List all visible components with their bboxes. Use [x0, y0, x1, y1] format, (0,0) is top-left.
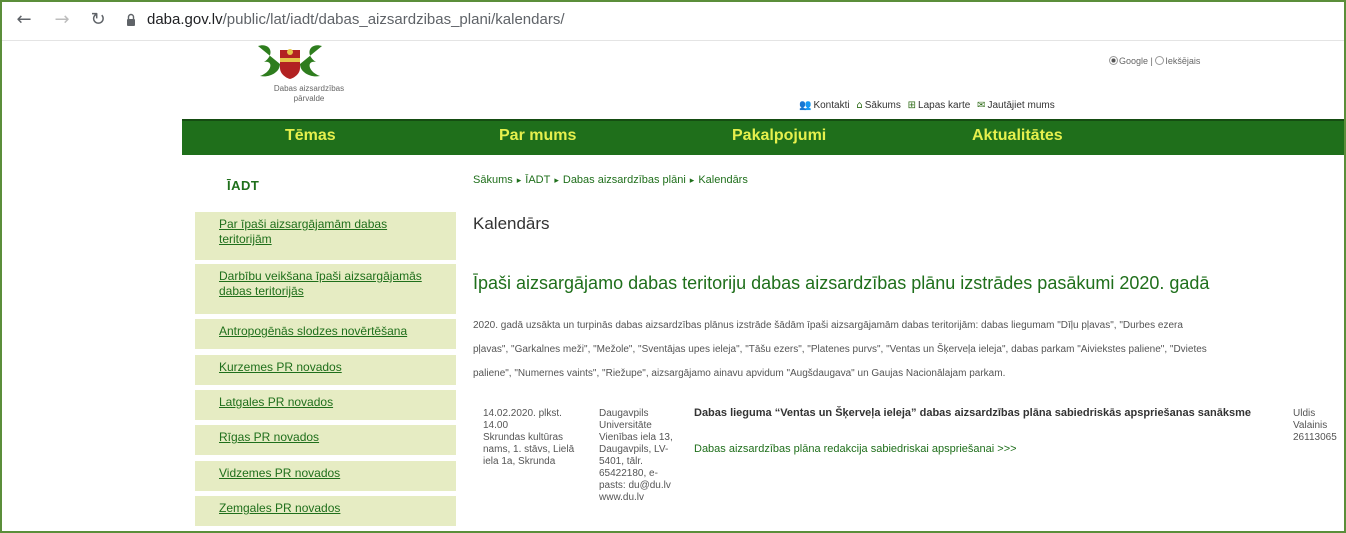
breadcrumb: Sākums ▸ ĪADT ▸ Dabas aizsardzības plāni ▸ Kal…	[473, 174, 748, 186]
breadcrumb-separator: ▸	[516, 175, 522, 185]
nav-item-topics[interactable]: Tēmas	[285, 127, 336, 145]
top-links: 👥 Kontakti ⌂ Sākums ⊞ Lapas karte ✉ Jautājie…	[795, 100, 1055, 111]
event-contact-line: Uldis	[1293, 408, 1316, 419]
event-organizer-line: 5401, tālr.	[599, 456, 643, 467]
event-contact-line: Valainis	[1293, 420, 1328, 431]
top-link-contacts[interactable]: Kontakti	[813, 100, 849, 111]
sidebar-item-vidzeme[interactable]: Vidzemes PR novados	[195, 461, 456, 491]
top-link-sitemap[interactable]: Lapas karte	[918, 100, 970, 111]
sidebar-item-label-2: teritorijām	[219, 232, 272, 246]
sitemap-icon: ⊞	[907, 100, 917, 111]
event-contact: Uldis Valainis 26113065	[1293, 408, 1344, 444]
people-icon: 👥	[799, 100, 812, 111]
breadcrumb-plans[interactable]: Dabas aizsardzības plāni	[563, 174, 686, 186]
nav-item-news[interactable]: Aktualitātes	[972, 127, 1063, 145]
sidebar-title: ĪADT	[227, 178, 260, 193]
search-divider: |	[1148, 56, 1156, 66]
event-date-line: 14.02.2020. plkst.	[483, 408, 562, 419]
radio-internal[interactable]	[1155, 56, 1165, 65]
sidebar-item-label: Darbību veikšana īpaši aizsargājamās	[219, 269, 422, 283]
url-host: daba.gov.lv	[147, 11, 223, 28]
forward-icon[interactable]: →	[52, 10, 72, 30]
sidebar-item-label: Latgales PR novados	[219, 395, 334, 409]
back-icon[interactable]: ←	[14, 10, 34, 30]
event-organizer-line: pasts: du@du.lv	[599, 480, 671, 491]
event-date-location: 14.02.2020. plkst. 14.00 Skrundas kultūr…	[483, 408, 593, 468]
event-organizer-line: Vienības iela 13,	[599, 432, 673, 443]
event-date-line: nams, 1. stāvs, Lielā	[483, 444, 575, 455]
sidebar-item-anthropogenic-load[interactable]: Antropogēnās slodzes novērtēšana	[195, 319, 456, 349]
sidebar-item-riga[interactable]: Rīgas PR novados	[195, 425, 456, 455]
radio-google[interactable]	[1109, 56, 1118, 65]
main-navigation: Tēmas Par mums Pakalpojumi Aktualitātes	[182, 119, 1344, 155]
event-contact-line: 26113065	[1293, 432, 1337, 443]
event-organizer-line: Daugavpils, LV-	[599, 444, 669, 455]
lock-icon[interactable]	[126, 13, 136, 27]
event-organizer-line: 65422180, e-	[599, 468, 658, 479]
breadcrumb-separator: ▸	[689, 175, 695, 185]
top-link-home[interactable]: Sākums	[865, 100, 901, 111]
nav-item-services[interactable]: Pakalpojumi	[732, 127, 826, 145]
event-date-line: iela 1a, Skrunda	[483, 456, 556, 467]
intro-line: paliene", "Numernes vaints", "Riežupe", …	[473, 368, 1006, 379]
reload-icon[interactable]: ↻	[88, 10, 108, 30]
search-scope-options: Google | Iekšējais	[1109, 56, 1200, 66]
search-option-internal: Iekšējais	[1165, 56, 1201, 66]
search-option-google: Google	[1119, 56, 1149, 66]
sidebar-item-label-2: dabas teritorijās	[219, 284, 304, 298]
intro-line: pļavas", "Garkalnes meži", "Mežole", "Sv…	[473, 344, 1207, 355]
sidebar-item-label: Rīgas PR novados	[219, 430, 320, 444]
sidebar-item-activities[interactable]: Darbību veikšana īpaši aizsargājamās dab…	[195, 264, 456, 314]
address-bar[interactable]: daba.gov.lv/public/lat/iadt/dabas_aizsar…	[147, 11, 565, 28]
sidebar-item-latgale[interactable]: Latgales PR novados	[195, 390, 456, 420]
sidebar-item-about-protected-areas[interactable]: Par īpaši aizsargājamām dabas teritorijā…	[195, 212, 456, 260]
event-document-link[interactable]: Dabas aizsardzības plāna redakcija sabie…	[694, 443, 1017, 455]
event-organizer-line: www.du.lv	[599, 492, 645, 503]
home-icon: ⌂	[856, 100, 863, 111]
sidebar-item-label: Kurzemes PR novados	[219, 360, 342, 374]
event-date-line: Skrundas kultūras	[483, 432, 564, 443]
event-title: Dabas lieguma “Ventas un Šķerveļa ieleja…	[694, 407, 1252, 419]
event-date-line: 14.00	[483, 420, 509, 431]
breadcrumb-calendar: Kalendārs	[698, 174, 748, 186]
mail-icon: ✉	[977, 100, 986, 111]
breadcrumb-separator: ▸	[554, 175, 559, 185]
sidebar-item-label: Antropogēnās slodzes novērtēšana	[219, 324, 408, 338]
top-link-ask-us[interactable]: Jautājiet mums	[987, 100, 1054, 111]
url-path: /public/lat/iadt/dabas_aizsardzibas_plan…	[222, 11, 565, 28]
sidebar-item-label: Par īpaši aizsargājamām dabas	[219, 217, 388, 231]
breadcrumb-iadt[interactable]: ĪADT	[525, 174, 550, 186]
intro-paragraph: 2020. gadā uzsākta un turpinās dabas aiz…	[473, 314, 1344, 386]
event-organizer: Daugavpils Universitāte Vienības iela 13…	[599, 408, 689, 504]
logo-caption-line-2: pārvalde	[293, 94, 325, 103]
logo-caption-line-1: Dabas aizsardzības	[273, 84, 345, 93]
section-title: Īpaši aizsargājamo dabas teritoriju daba…	[473, 273, 1210, 293]
sidebar-item-label: Zemgales PR novados	[219, 501, 341, 515]
coat-of-arms-logo[interactable]	[250, 42, 330, 80]
page-title: Kalendārs	[473, 214, 550, 233]
nav-item-about[interactable]: Par mums	[499, 127, 576, 145]
logo-caption: Dabas aizsardzības pārvalde	[257, 84, 361, 104]
browser-toolbar: ← → ↻ daba.gov.lv/public/lat/iadt/dabas_…	[2, 2, 1344, 41]
breadcrumb-home[interactable]: Sākums	[473, 174, 513, 186]
screenshot-frame: ← → ↻ daba.gov.lv/public/lat/iadt/dabas_…	[0, 0, 1346, 533]
sidebar-item-zemgale[interactable]: Zemgales PR novados	[195, 496, 456, 526]
event-organizer-line: Universitāte	[599, 420, 652, 431]
sidebar-item-label: Vidzemes PR novados	[219, 466, 341, 480]
event-organizer-line: Daugavpils	[599, 408, 649, 419]
intro-line: 2020. gadā uzsākta un turpinās dabas aiz…	[473, 320, 1183, 331]
sidebar-item-kurzeme[interactable]: Kurzemes PR novados	[195, 355, 456, 385]
